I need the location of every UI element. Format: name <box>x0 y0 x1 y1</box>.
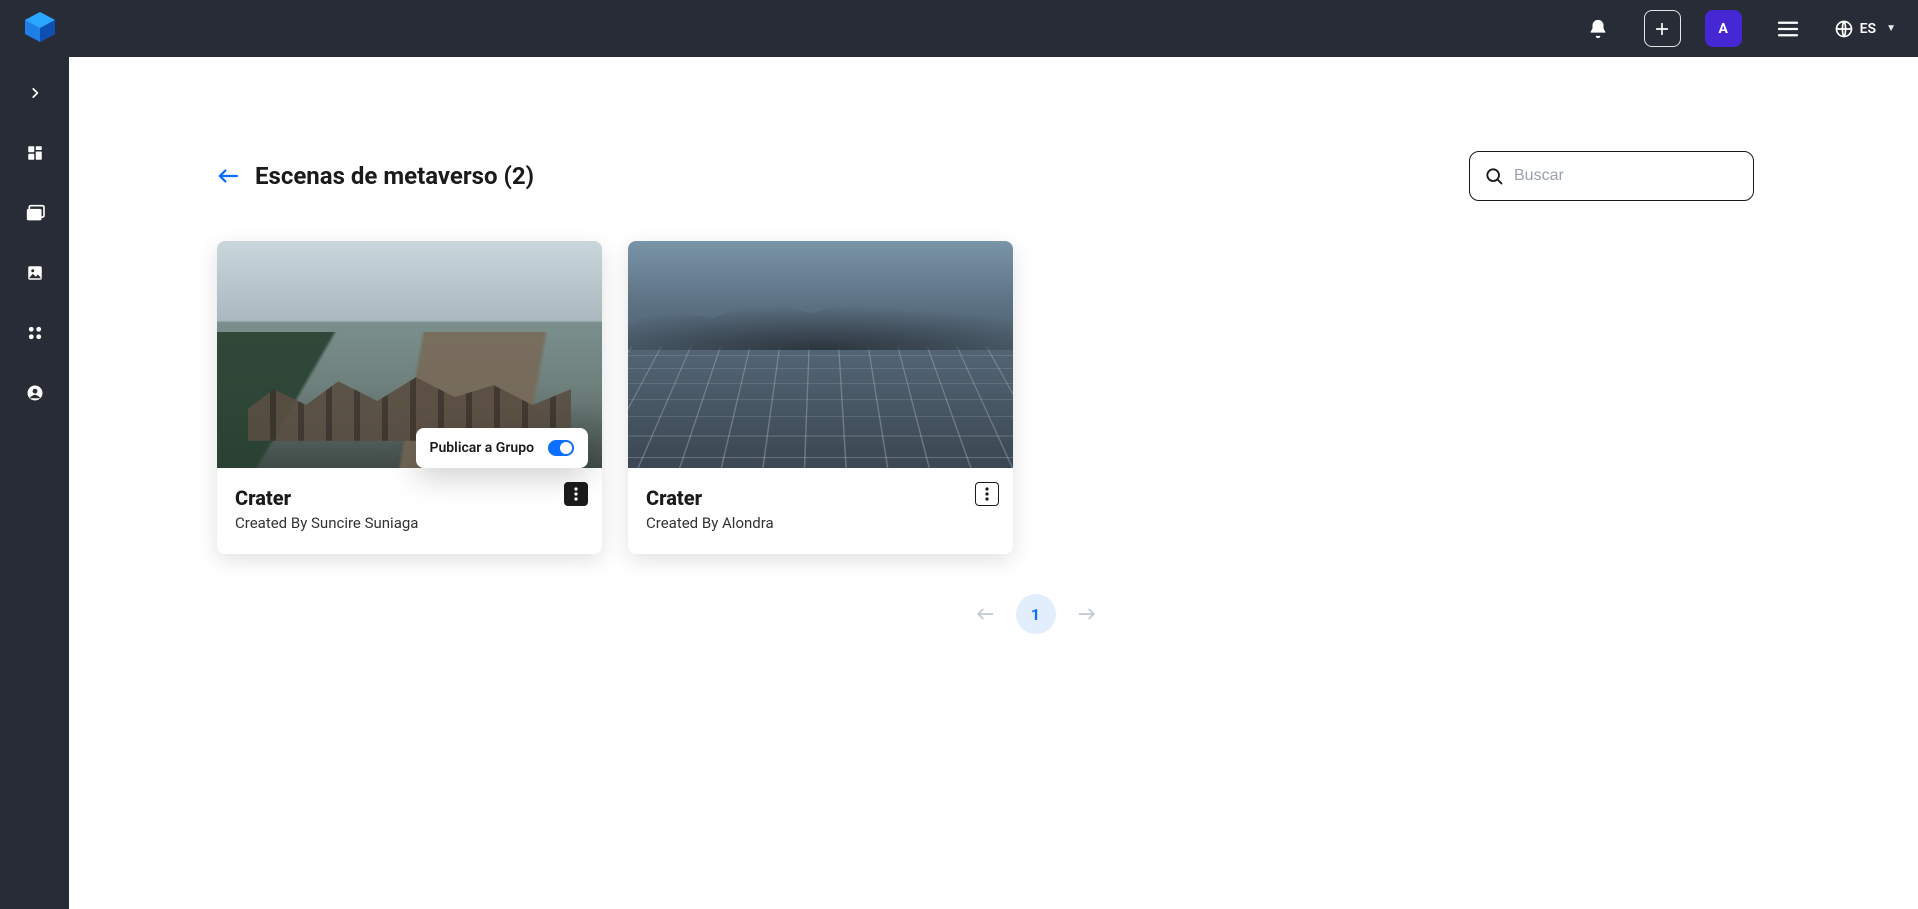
card-menu-button[interactable] <box>975 482 999 506</box>
main-content: Escenas de metaverso (2) Publicar a Grup… <box>69 57 1918 909</box>
scene-creator: Created By Suncire Suniaga <box>235 514 584 532</box>
sidebar-item-dashboard[interactable] <box>15 133 55 173</box>
scene-cards: Publicar a Grupo Crater Created By Sunci… <box>217 241 1854 554</box>
page-header: Escenas de metaverso (2) <box>217 151 1854 201</box>
popover-label: Publicar a Grupo <box>430 440 534 456</box>
pagination: 1 <box>217 594 1854 634</box>
sidebar-expand-icon[interactable] <box>15 73 55 113</box>
scene-title: Crater <box>646 486 995 510</box>
language-selector[interactable]: ES ▼ <box>1834 19 1896 39</box>
scene-card[interactable]: Crater Created By Alondra <box>628 241 1013 554</box>
menu-icon[interactable] <box>1766 7 1810 51</box>
language-label: ES <box>1860 21 1876 37</box>
scene-thumbnail <box>628 241 1013 468</box>
sidebar-item-account[interactable] <box>15 373 55 413</box>
scene-title: Crater <box>235 486 584 510</box>
back-arrow-icon[interactable] <box>217 167 239 185</box>
search-box[interactable] <box>1469 151 1754 201</box>
sidebar-item-image[interactable] <box>15 253 55 293</box>
card-popover: Publicar a Grupo <box>416 428 588 468</box>
create-button[interactable] <box>1644 10 1681 47</box>
app-logo[interactable] <box>22 9 58 49</box>
scene-creator: Created By Alondra <box>646 514 995 532</box>
search-input[interactable] <box>1514 167 1739 185</box>
page-title: Escenas de metaverso (2) <box>255 162 534 190</box>
avatar[interactable]: A <box>1705 10 1742 47</box>
page-number[interactable]: 1 <box>1016 594 1056 634</box>
search-icon <box>1484 166 1504 186</box>
card-menu-button[interactable] <box>564 482 588 506</box>
chevron-down-icon: ▼ <box>1886 23 1896 34</box>
sidebar-item-apps[interactable] <box>15 313 55 353</box>
scene-card[interactable]: Publicar a Grupo Crater Created By Sunci… <box>217 241 602 554</box>
topbar: A ES ▼ <box>0 0 1918 57</box>
page-next-icon[interactable] <box>1078 607 1096 621</box>
sidebar-item-gallery[interactable] <box>15 193 55 233</box>
page-prev-icon[interactable] <box>976 607 994 621</box>
notifications-icon[interactable] <box>1576 7 1620 51</box>
sidebar <box>0 57 69 909</box>
publish-toggle[interactable] <box>548 440 574 456</box>
avatar-initial: A <box>1718 21 1727 37</box>
